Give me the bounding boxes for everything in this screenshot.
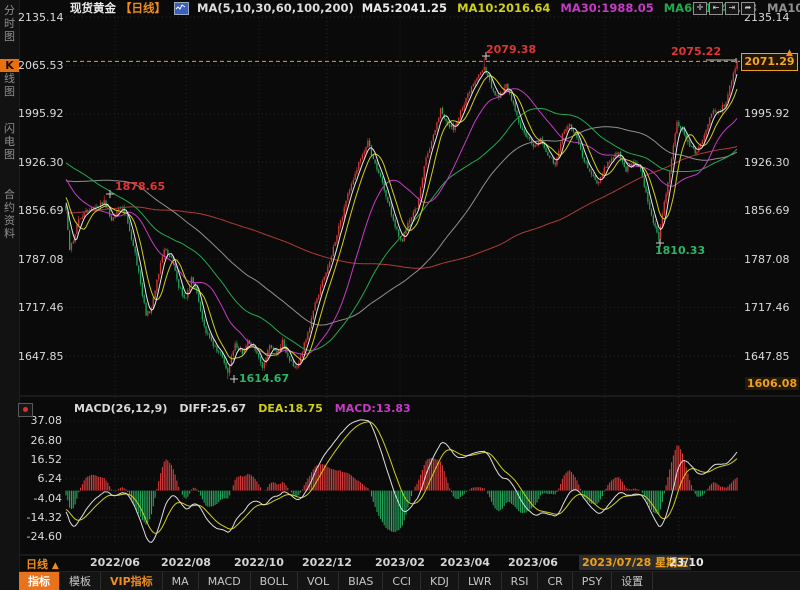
macd-axis-label: 26.80 bbox=[18, 434, 62, 447]
price-axis-label: 1926.30 bbox=[744, 156, 788, 169]
macd-title: MACD(26,12,9) bbox=[74, 402, 167, 415]
toolbar-button-LWR[interactable]: LWR bbox=[459, 572, 502, 590]
price-axis-label: 1856.69 bbox=[744, 204, 788, 217]
sidebar-tab-2[interactable]: K线图 bbox=[0, 59, 19, 98]
date-axis-label: 2023/02 bbox=[375, 556, 425, 569]
macd-header: MACD(26,12,9) DIFF:25.67 DEA:18.75 MACD:… bbox=[74, 402, 411, 415]
toolbar-button-MA[interactable]: MA bbox=[163, 572, 199, 590]
sidebar-tab-4[interactable]: 合约资料 bbox=[0, 188, 19, 240]
sidebar-tab-3[interactable]: 闪电图 bbox=[0, 122, 19, 161]
sidebar-tab-char: K bbox=[0, 59, 19, 72]
price-annotation: 2079.38 bbox=[486, 43, 536, 56]
sidebar-tab-char: 资 bbox=[0, 214, 19, 227]
price-axis-label: 1995.92 bbox=[18, 107, 62, 120]
price-axis-label: 2135.14 bbox=[18, 11, 62, 24]
toolbar-button-CCI[interactable]: CCI bbox=[383, 572, 421, 590]
indicator-toolbar: 指标模板VIP指标MAMACDBOLLVOLBIASCCIKDJLWRRSICR… bbox=[19, 571, 800, 590]
toolbar-button-设置[interactable]: 设置 bbox=[612, 572, 653, 590]
toolbar-button-KDJ[interactable]: KDJ bbox=[421, 572, 459, 590]
indicator-settings-icon[interactable] bbox=[18, 403, 33, 417]
date-axis-label: 2022/08 bbox=[161, 556, 211, 569]
macd-dea-value: DEA:18.75 bbox=[258, 402, 323, 415]
date-tick-partial: 23/10 bbox=[669, 556, 704, 569]
price-axis-label: 1647.85 bbox=[744, 350, 788, 363]
ma-value-3: MA30:1988.05 bbox=[560, 1, 653, 15]
price-axis-label: 1787.08 bbox=[18, 253, 62, 266]
sidebar-tab-1[interactable]: 分时图 bbox=[0, 4, 19, 43]
bottom-right-price-label: 1606.08 bbox=[745, 377, 799, 390]
ma-value-5: MA100:1937.9 bbox=[767, 1, 800, 15]
prev-chart-icon[interactable]: ⇤ bbox=[709, 2, 723, 15]
toolbar-button-PSY[interactable]: PSY bbox=[573, 572, 612, 590]
toolbar-button-模板[interactable]: 模板 bbox=[60, 572, 101, 590]
sidebar-tab-char: 图 bbox=[0, 30, 19, 43]
toolbar-button-VIP指标[interactable]: VIP指标 bbox=[101, 572, 163, 590]
price-axis-label: 2065.53 bbox=[18, 59, 62, 72]
symbol-name: 现货黄金 bbox=[70, 0, 116, 16]
price-axis-label: 1856.69 bbox=[18, 204, 62, 217]
sidebar-tab-char: 电 bbox=[0, 135, 19, 148]
sidebar-tab-char: 约 bbox=[0, 201, 19, 214]
toolbar-button-VOL[interactable]: VOL bbox=[298, 572, 339, 590]
toolbar-button-BOLL[interactable]: BOLL bbox=[251, 572, 298, 590]
sidebar-tab-char: 线 bbox=[0, 72, 19, 85]
sidebar-tab-char: 分 bbox=[0, 4, 19, 17]
date-axis-label: 2022/10 bbox=[234, 556, 284, 569]
price-axis-label: 1717.46 bbox=[18, 301, 62, 314]
sidebar-tab-char: 图 bbox=[0, 85, 19, 98]
price-annotation: 1614.67 bbox=[239, 372, 289, 385]
toolbar-button-CR[interactable]: CR bbox=[538, 572, 572, 590]
macd-axis-label: 16.52 bbox=[18, 453, 62, 466]
sidebar-tab-char: 料 bbox=[0, 227, 19, 240]
kline-mini-icon bbox=[174, 2, 189, 15]
toolbar-button-MACD[interactable]: MACD bbox=[199, 572, 251, 590]
price-axis-label: 1787.08 bbox=[744, 253, 788, 266]
toolbar-button-RSI[interactable]: RSI bbox=[502, 572, 539, 590]
macd-axis-label: -4.04 bbox=[18, 492, 62, 505]
next-chart-icon[interactable]: ⇥ bbox=[725, 2, 739, 15]
price-up-arrow-icon: ▲ bbox=[786, 48, 793, 58]
crosshair-icon[interactable]: ✛ bbox=[693, 2, 707, 15]
macd-macd-value: MACD:13.83 bbox=[335, 402, 411, 415]
ma-value-1: MA5:2041.25 bbox=[362, 1, 447, 15]
timeframe-button[interactable]: 日线 ▲ bbox=[26, 556, 59, 572]
toolbar-button-BIAS[interactable]: BIAS bbox=[339, 572, 383, 590]
price-axis-label: 1647.85 bbox=[18, 350, 62, 363]
date-axis-label: 2023/04 bbox=[440, 556, 490, 569]
price-annotation: 1810.33 bbox=[655, 244, 705, 257]
price-annotation: 1878.65 bbox=[115, 180, 165, 193]
sidebar-tab-char: 时 bbox=[0, 17, 19, 30]
macd-axis-label: -24.60 bbox=[18, 530, 62, 543]
collapse-arrow-icon: ▲ bbox=[52, 561, 59, 571]
price-axis-label: 1995.92 bbox=[744, 107, 788, 120]
macd-axis-label: 6.24 bbox=[18, 472, 62, 485]
ma-settings-label: MA(5,10,30,60,100,200) bbox=[197, 1, 354, 15]
date-axis-label: 2023/06 bbox=[508, 556, 558, 569]
price-axis-label: 1926.30 bbox=[18, 156, 62, 169]
macd-diff-value: DIFF:25.67 bbox=[179, 402, 246, 415]
price-axis-label: 1717.46 bbox=[744, 301, 788, 314]
sidebar-tab-char: 合 bbox=[0, 188, 19, 201]
app-window: 分时图K线图闪电图合约资料 现货黄金【日线】 MA(5,10,30,60,100… bbox=[0, 0, 800, 590]
toolbar-button-指标[interactable]: 指标 bbox=[19, 572, 60, 590]
date-axis-label: 2022/06 bbox=[90, 556, 140, 569]
sidebar-tab-char: 闪 bbox=[0, 122, 19, 135]
sidebar-tab-char: 图 bbox=[0, 148, 19, 161]
kline-chart-canvas[interactable] bbox=[0, 0, 800, 590]
last-chart-icon[interactable]: ➦ bbox=[741, 2, 755, 15]
ma-value-2: MA10:2016.64 bbox=[457, 1, 550, 15]
sidebar: 分时图K线图闪电图合约资料 bbox=[0, 0, 20, 590]
header-icon-bar: ✛⇤⇥➦ bbox=[693, 2, 755, 15]
macd-axis-label: -14.32 bbox=[18, 511, 62, 524]
period-label: 【日线】 bbox=[120, 0, 166, 16]
date-axis: 日线 ▲ 2023/07/28 星期五 23/10 2022/062022/08… bbox=[0, 556, 800, 571]
chart-header: 现货黄金【日线】 MA(5,10,30,60,100,200) MA5:2041… bbox=[70, 1, 800, 15]
date-axis-label: 2022/12 bbox=[302, 556, 352, 569]
price-annotation: 2075.22 bbox=[671, 45, 721, 58]
